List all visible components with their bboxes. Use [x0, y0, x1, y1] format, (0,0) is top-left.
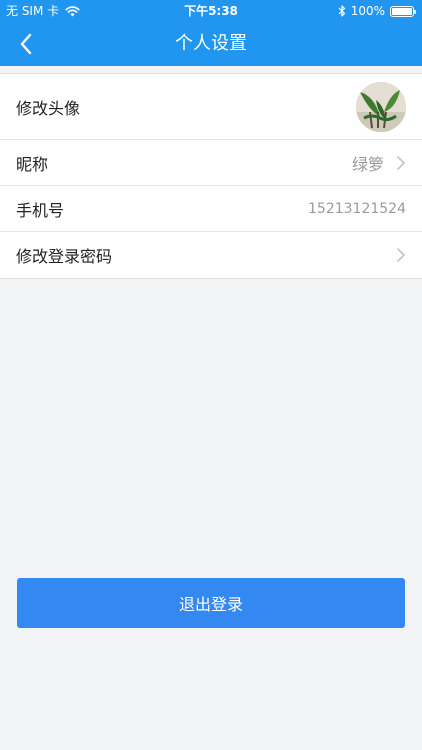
- change-password-label: 修改登录密码: [16, 247, 113, 266]
- header: 无 SIM 卡 下午5:38 100% 个人设置: [0, 0, 422, 66]
- settings-list: 修改头像 昵称 绿箩 手机号 15213121524 修改登录密码: [0, 73, 422, 279]
- chevron-right-icon: [397, 155, 405, 170]
- page-title: 个人设置: [175, 33, 247, 54]
- change-avatar-row[interactable]: 修改头像: [0, 74, 422, 140]
- avatar[interactable]: [356, 82, 406, 132]
- nav-bar: 个人设置: [0, 22, 422, 66]
- nickname-label: 昵称: [16, 154, 49, 174]
- battery-text: 100%: [350, 4, 385, 18]
- status-right: 100%: [338, 0, 416, 22]
- battery-icon: [390, 5, 416, 17]
- phone-value: 15213121524: [308, 200, 406, 217]
- logout-button[interactable]: 退出登录: [17, 578, 405, 628]
- change-password-row[interactable]: 修改登录密码: [0, 232, 422, 278]
- status-bar: 无 SIM 卡 下午5:38 100%: [0, 0, 422, 22]
- phone-row: 手机号 15213121524: [0, 186, 422, 232]
- nickname-row[interactable]: 昵称 绿箩: [0, 140, 422, 186]
- change-avatar-label: 修改头像: [16, 98, 81, 118]
- phone-label: 手机号: [16, 200, 65, 220]
- bluetooth-icon: [338, 5, 346, 17]
- chevron-right-icon: [397, 248, 405, 262]
- nickname-value: 绿箩: [351, 154, 384, 174]
